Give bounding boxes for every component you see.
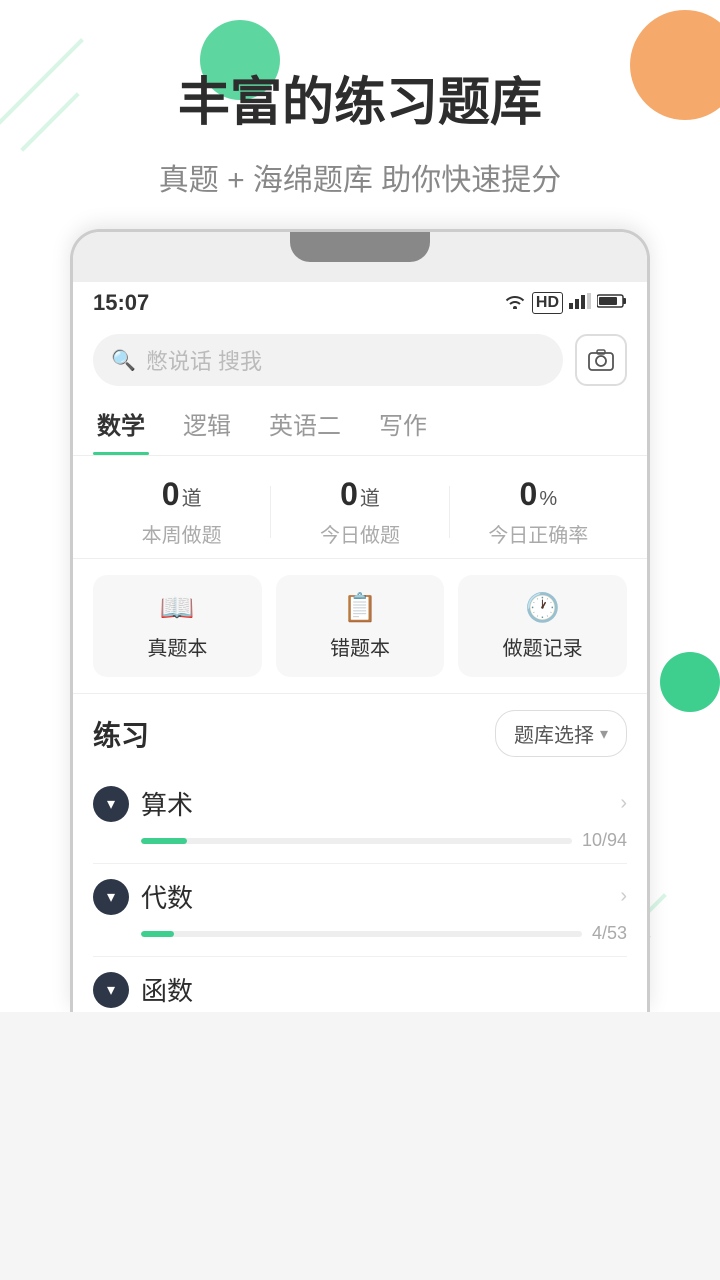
- progress-bar-algebra: [141, 931, 582, 937]
- search-placeholder: 憋说话 搜我: [146, 344, 262, 376]
- chevron-down-icon: ▾: [107, 887, 115, 907]
- stat-daily-unit: 道: [360, 482, 380, 511]
- real-exam-icon: 📖: [160, 591, 195, 624]
- topic-left-algebra: ▾ 代数: [93, 878, 193, 915]
- progress-bar-arithmetic: [141, 838, 572, 844]
- stats-row: 0 道 本周做题 0 道 今日做题 0 %: [73, 456, 647, 559]
- topic-expand-arithmetic[interactable]: ▾: [93, 786, 129, 822]
- stat-weekly-label: 本周做题: [93, 519, 270, 548]
- topic-item-algebra: ▾ 代数 › 4/53: [93, 864, 627, 957]
- topic-arrow-algebra: ›: [620, 885, 627, 908]
- tab-english[interactable]: 英语二: [265, 396, 345, 455]
- stat-daily-value: 0: [340, 476, 358, 513]
- topic-name-arithmetic: 算术: [141, 785, 193, 822]
- topic-item-function: ▾ 函数: [93, 957, 627, 1012]
- progress-text-arithmetic: 10/94: [582, 830, 627, 851]
- practice-section: 练习 题库选择 ▾ ▾ 算术 ›: [73, 694, 647, 1012]
- topic-expand-algebra[interactable]: ▾: [93, 879, 129, 915]
- progress-text-algebra: 4/53: [592, 923, 627, 944]
- chevron-down-icon: ▾: [107, 980, 115, 1000]
- history-label: 做题记录: [503, 632, 583, 661]
- practice-title: 练习: [93, 714, 149, 754]
- stat-accuracy-label: 今日正确率: [450, 519, 627, 548]
- wrong-questions-button[interactable]: 📋 错题本: [276, 575, 445, 677]
- topic-left-arithmetic: ▾ 算术: [93, 785, 193, 822]
- signal-icon: [569, 293, 591, 314]
- real-exam-label: 真题本: [147, 632, 207, 661]
- stat-daily-label: 今日做题: [271, 519, 448, 548]
- phone-status-bar: 15:07 HD: [73, 282, 647, 324]
- practice-header: 练习 题库选择 ▾: [93, 710, 627, 757]
- tab-writing[interactable]: 写作: [375, 396, 431, 455]
- stat-accuracy-unit: %: [539, 488, 557, 511]
- wrong-questions-label: 错题本: [330, 632, 390, 661]
- phone-top-bar: [73, 232, 647, 282]
- topic-select-label: 题库选择: [514, 719, 594, 748]
- status-icons: HD: [504, 292, 627, 313]
- chevron-down-icon: ▾: [600, 724, 608, 744]
- history-button[interactable]: 🕐 做题记录: [458, 575, 627, 677]
- chevron-down-icon: ▾: [107, 794, 115, 814]
- phone-content: 🔍 憋说话 搜我 数学 逻辑: [73, 324, 647, 1012]
- hero-section: 丰富的练习题库 真题 + 海绵题库 助你快速提分 15:07 HD: [0, 0, 720, 1012]
- tab-logic[interactable]: 逻辑: [179, 396, 235, 455]
- topic-header-algebra: ▾ 代数 ›: [93, 878, 627, 915]
- hd-badge: HD: [532, 292, 563, 313]
- history-icon: 🕐: [525, 591, 560, 624]
- camera-button[interactable]: [575, 334, 627, 386]
- topic-name-function: 函数: [141, 971, 193, 1008]
- topic-header-arithmetic: ▾ 算术 ›: [93, 785, 627, 822]
- battery-icon: [597, 293, 627, 314]
- wrong-questions-icon: 📋: [343, 591, 378, 624]
- progress-fill-arithmetic: [141, 838, 187, 844]
- topic-item-arithmetic: ▾ 算术 › 10/94: [93, 771, 627, 864]
- deco-green-right: [660, 652, 720, 712]
- topic-expand-function[interactable]: ▾: [93, 972, 129, 1008]
- stat-weekly-value: 0: [162, 476, 180, 513]
- stat-daily: 0 道 今日做题: [271, 476, 448, 548]
- hero-subtitle: 真题 + 海绵题库 助你快速提分: [40, 155, 680, 199]
- real-exam-button[interactable]: 📖 真题本: [93, 575, 262, 677]
- tabs-row: 数学 逻辑 英语二 写作: [73, 396, 647, 456]
- stat-weekly: 0 道 本周做题: [93, 476, 270, 548]
- stat-accuracy-value: 0: [520, 476, 538, 513]
- status-time: 15:07: [93, 290, 149, 316]
- topic-arrow-arithmetic: ›: [620, 792, 627, 815]
- topic-select-button[interactable]: 题库选择 ▾: [495, 710, 627, 757]
- search-bar-row: 🔍 憋说话 搜我: [73, 324, 647, 396]
- stat-accuracy: 0 % 今日正确率: [450, 476, 627, 548]
- search-icon: 🔍: [111, 348, 136, 373]
- stat-weekly-unit: 道: [182, 482, 202, 511]
- topic-progress-arithmetic: 10/94: [93, 830, 627, 851]
- search-input-wrap[interactable]: 🔍 憋说话 搜我: [93, 334, 563, 386]
- tab-math[interactable]: 数学: [93, 396, 149, 455]
- phone-notch: [290, 232, 430, 262]
- progress-fill-algebra: [141, 931, 174, 937]
- topic-name-algebra: 代数: [141, 878, 193, 915]
- wifi-icon: [504, 293, 526, 314]
- topic-progress-algebra: 4/53: [93, 923, 627, 944]
- action-row: 📖 真题本 📋 错题本 🕐 做题记录: [73, 559, 647, 694]
- hero-title: 丰富的练习题库: [40, 60, 680, 135]
- phone-mockup: 15:07 HD 🔍 憋说话 搜我: [70, 229, 650, 1012]
